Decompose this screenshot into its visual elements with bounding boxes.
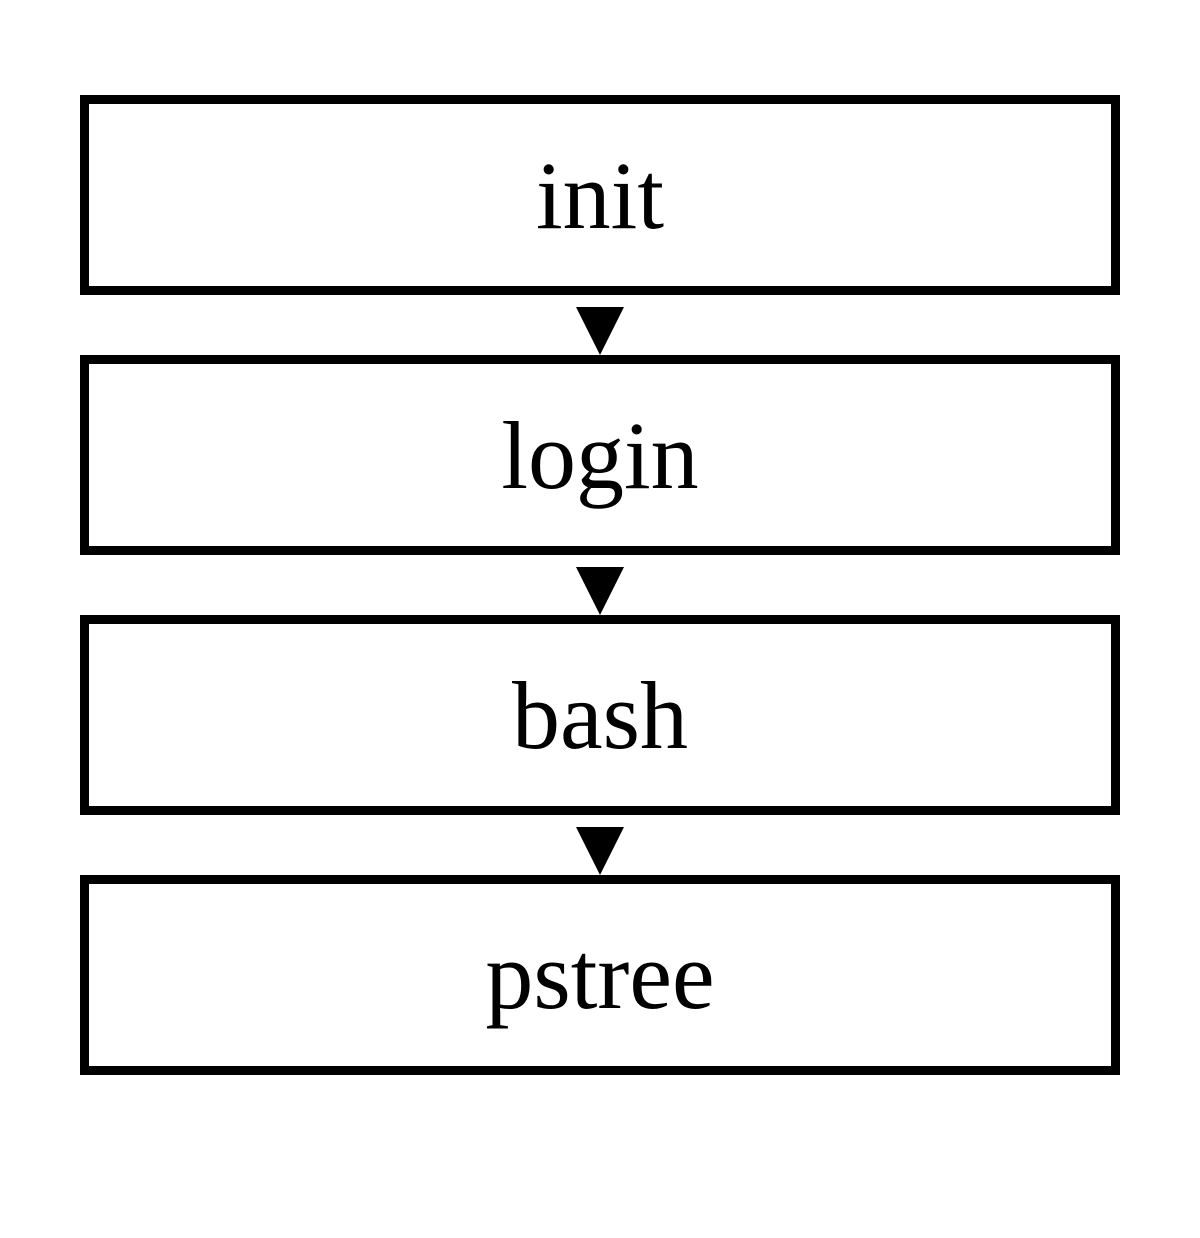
process-node-bash: bash	[80, 615, 1120, 815]
process-label: login	[501, 400, 698, 511]
process-node-login: login	[80, 355, 1120, 555]
arrow-down-icon	[576, 827, 624, 875]
arrow-down-icon	[576, 567, 624, 615]
arrow-connector	[0, 555, 1200, 615]
process-label: init	[536, 140, 664, 251]
process-node-init: init	[80, 95, 1120, 295]
arrow-down-icon	[576, 307, 624, 355]
process-label: pstree	[485, 920, 714, 1031]
process-label: bash	[512, 660, 688, 771]
arrow-connector	[0, 295, 1200, 355]
process-node-pstree: pstree	[80, 875, 1120, 1075]
arrow-connector	[0, 815, 1200, 875]
